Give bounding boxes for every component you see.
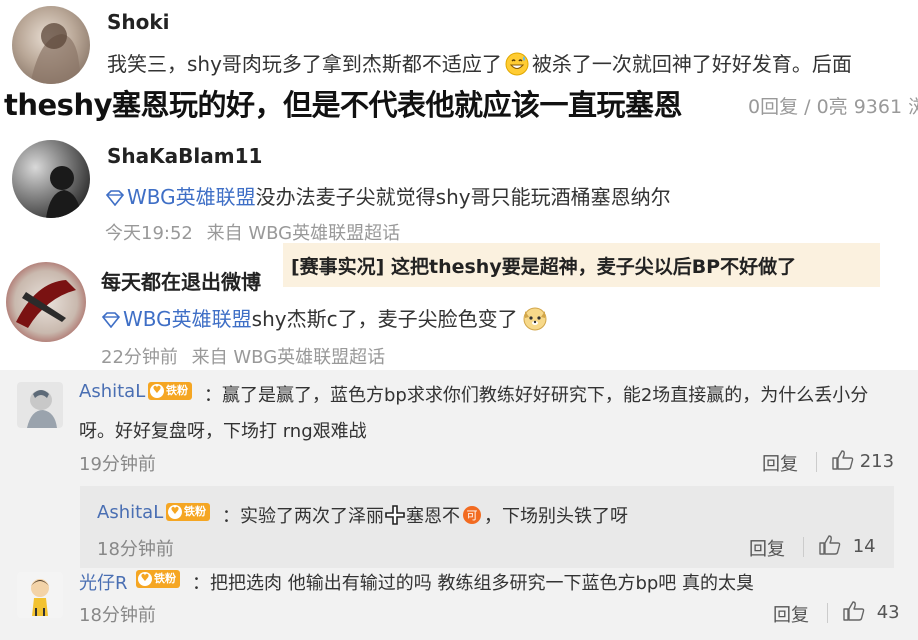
post-stats: 0回复 / 0亮 9361 浏 [748, 96, 918, 118]
svg-text:可: 可 [467, 509, 478, 522]
commenter-name[interactable]: AshitaL [79, 381, 145, 402]
comment-text-part: 被杀了一次就回神了好好发育。后面 [531, 52, 852, 76]
like-count: 14 [852, 536, 876, 557]
commenter-name[interactable]: 光仔R [79, 569, 128, 595]
avatar[interactable] [12, 6, 90, 84]
diamond-icon [101, 309, 121, 333]
divider [816, 452, 817, 472]
comment-text: WBG英雄联盟没办法麦子尖就觉得shy哥只能玩酒桶塞恩纳尔 [105, 181, 671, 211]
comment-source[interactable]: 来自 WBG英雄联盟超话 [207, 223, 401, 244]
comment-text-part: ：实验了两次了泽丽 [222, 506, 384, 527]
comment-text: WBG英雄联盟shy杰斯c了，麦子尖脸色变了 [101, 303, 548, 336]
grinning-sweat-emoji-icon [505, 52, 529, 81]
fan-badge: ♥ 铁粉 [136, 570, 180, 588]
highlight-text: [赛事实况] 这把theshy要是超神，麦子尖以后BP不好做了 [291, 256, 797, 278]
avatar[interactable] [12, 140, 90, 218]
comment-source[interactable]: 来自 WBG英雄联盟超话 [192, 347, 386, 368]
post-title: theshy塞恩玩的好，但是不代表他就应该一直玩塞恩 [4, 88, 683, 122]
comment-text: ：把把选肉 他输出有输过的吗 教练组多研究一下蓝色方bp吧 真的太臭 [192, 573, 755, 594]
comment-text: 我笑三，shy哥肉玩多了拿到杰斯都不适应了 被杀了一次就回神了好好发育。后面 [107, 48, 852, 81]
comment-text: ：赢了是赢了，蓝色方bp求求你们教练好好研究下，能2场直接赢的，为什么丢小分 [204, 385, 869, 406]
avatar[interactable] [17, 572, 63, 618]
thumbs-up-icon [819, 535, 841, 560]
comment-meta: 今天19:52 来自 WBG英雄联盟超话 [105, 219, 400, 245]
divider [827, 603, 828, 623]
fan-badge: ♥ 铁粉 [148, 382, 192, 400]
heart-level-icon: ♥ [168, 505, 182, 519]
comment-text: 呀。好好复盘呀，下场打 rng艰难战 [79, 421, 367, 442]
dog-face-emoji-icon [522, 305, 548, 336]
fan-badge-label: 铁粉 [184, 505, 206, 518]
comment-time: 18分钟前 [97, 539, 174, 560]
heart-level-icon: ♥ [138, 572, 152, 586]
thumbs-up-icon [843, 601, 865, 626]
heart-level-icon: ♥ [150, 384, 164, 398]
topic-link[interactable]: WBG英雄联盟 [101, 307, 252, 331]
like-button[interactable]: 43 [843, 601, 900, 626]
comment-text-part: 没办法麦子尖就觉得shy哥只能玩酒桶塞恩纳尔 [255, 185, 671, 209]
reply-button[interactable]: 回复 [773, 601, 809, 627]
topic-link-label: WBG英雄联盟 [127, 185, 256, 209]
username[interactable]: Shoki [107, 10, 170, 34]
avatar[interactable] [6, 262, 86, 342]
topic-link-label: WBG英雄联盟 [123, 307, 252, 331]
fan-badge: ♥ 铁粉 [166, 503, 210, 521]
like-count: 213 [859, 451, 895, 472]
comment-meta: 22分钟前 来自 WBG英雄联盟超话 [101, 343, 385, 369]
like-button[interactable]: 14 [819, 535, 876, 560]
comment-text-part: ，下场别头铁了呀 [484, 506, 628, 527]
comment-text: ：实验了两次了泽丽 塞恩不可 ，下场别头铁了呀 [222, 502, 628, 530]
diamond-icon [105, 187, 125, 211]
avatar[interactable] [17, 382, 63, 428]
fan-badge-label: 铁粉 [166, 384, 188, 397]
reply-button[interactable]: 回复 [762, 450, 798, 476]
highlight-caption: [赛事实况] 这把theshy要是超神，麦子尖以后BP不好做了 [283, 243, 880, 287]
orange-circle-emoji-icon: 可 [462, 505, 482, 530]
comment-time: 22分钟前 [101, 347, 178, 368]
username[interactable]: ShaKaBlam11 [107, 144, 262, 168]
username[interactable]: 每天都在退出微博 [101, 266, 261, 295]
comment-time: 今天19:52 [105, 223, 193, 244]
divider [803, 537, 804, 557]
like-button[interactable]: 213 [832, 450, 894, 475]
comment-time: 18分钟前 [79, 605, 156, 626]
fan-badge-label: 铁粉 [154, 572, 176, 585]
thumbs-up-icon [832, 450, 854, 475]
reply-button[interactable]: 回复 [749, 535, 785, 561]
comment-text-part: shy杰斯c了，麦子尖脸色变了 [251, 307, 518, 331]
topic-link[interactable]: WBG英雄联盟 [105, 185, 256, 209]
cross-icon [385, 505, 405, 530]
comment-text-part: 塞恩不 [406, 506, 460, 527]
comment-time: 19分钟前 [79, 454, 156, 475]
comment-text-part: 我笑三，shy哥肉玩多了拿到杰斯都不适应了 [107, 52, 502, 76]
like-count: 43 [876, 602, 900, 623]
commenter-name[interactable]: AshitaL [97, 502, 163, 523]
